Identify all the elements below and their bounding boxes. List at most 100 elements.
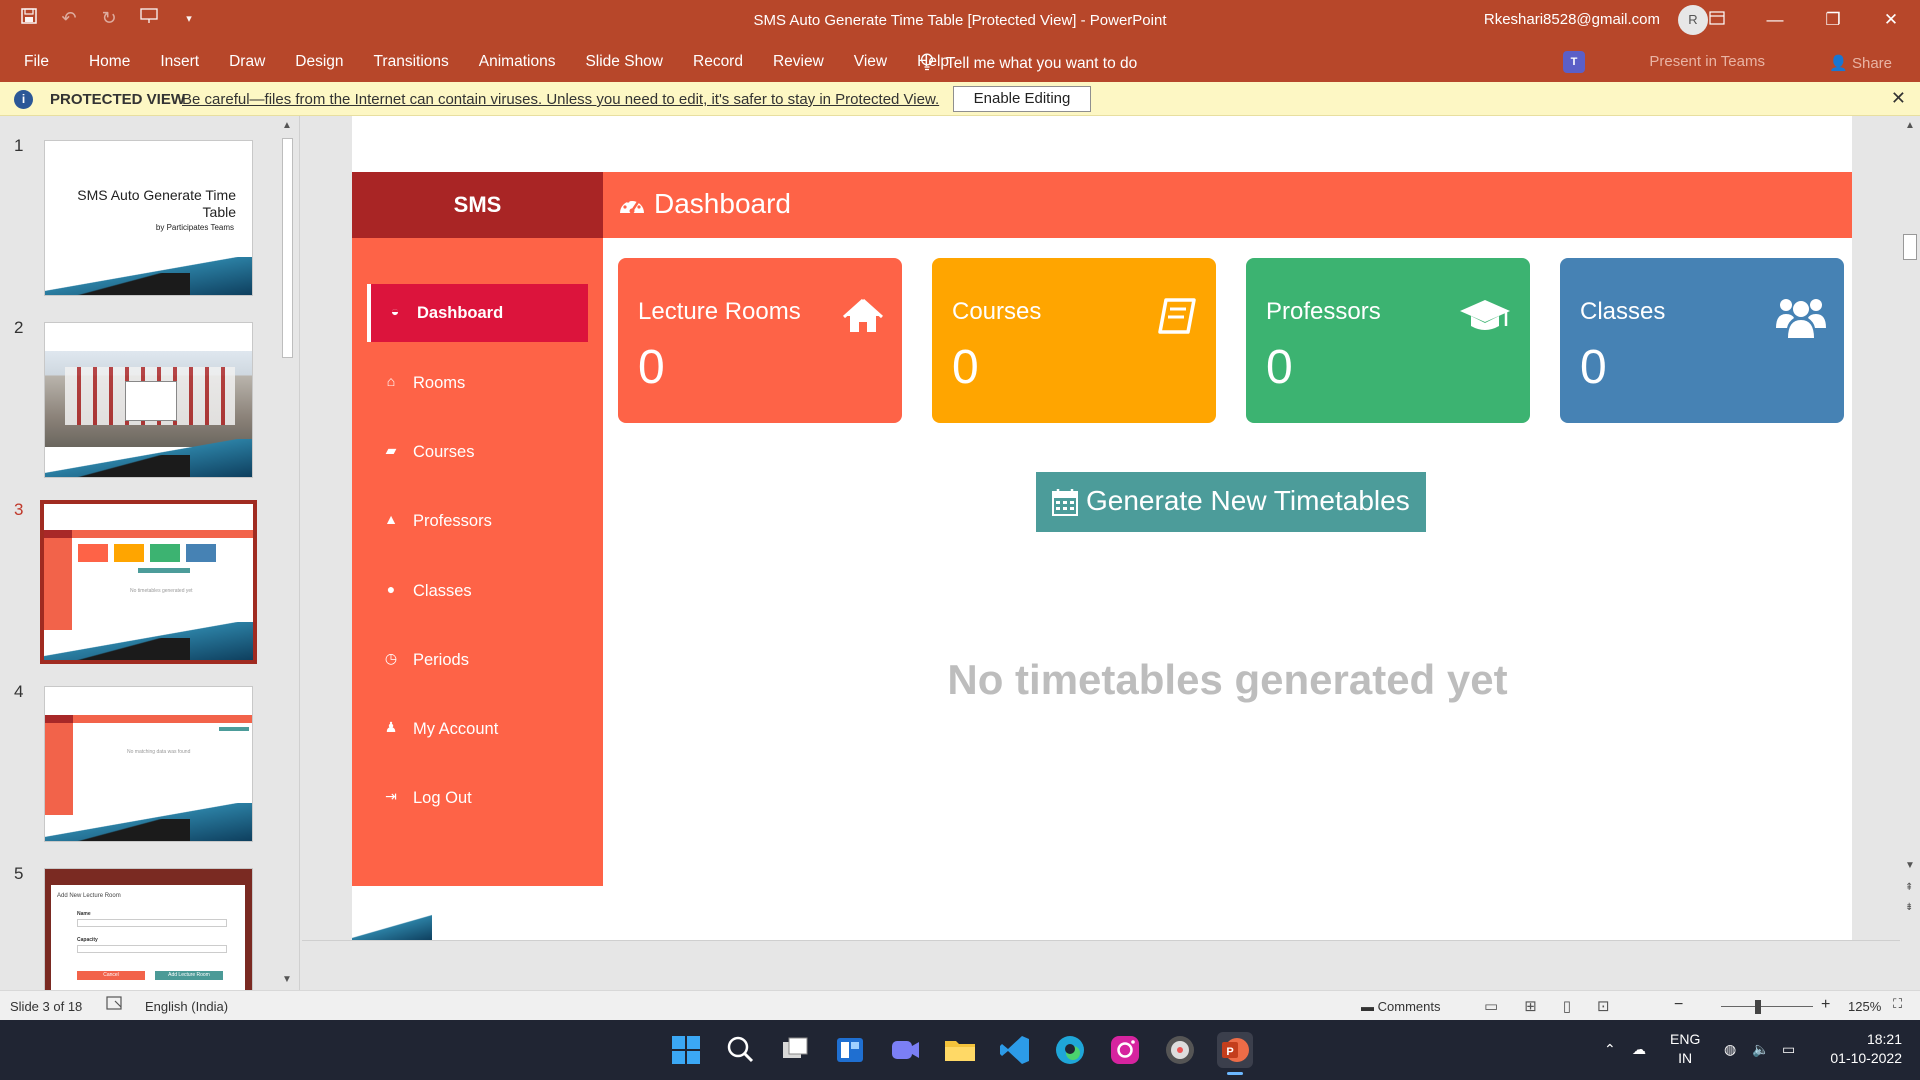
scroll-up-icon[interactable]: ▲ <box>282 120 292 131</box>
instagram-icon[interactable] <box>1107 1032 1143 1068</box>
file-explorer-icon[interactable] <box>942 1032 978 1068</box>
classes-card[interactable]: Classes 0 <box>1560 258 1844 423</box>
sidebar-item-dashboard[interactable]: ◒ Dashboard <box>367 284 588 342</box>
comments-label: Comments <box>1377 999 1441 1014</box>
slide-canvas[interactable]: SMS Dashboard ◒ Dashboard ⌂ Rooms ▰ Cour… <box>352 116 1852 940</box>
slide-thumbnail-2[interactable] <box>44 322 253 478</box>
tab-slide-show[interactable]: Slide Show <box>585 53 663 71</box>
thumbnail-number: 2 <box>14 318 24 337</box>
swoosh-decoration <box>352 912 432 940</box>
generate-timetables-button[interactable]: Generate New Timetables <box>1036 472 1426 532</box>
tab-review[interactable]: Review <box>773 53 824 71</box>
zoom-level[interactable]: 125% <box>1848 999 1881 1014</box>
slide-thumbnail-3[interactable]: No timetables generated yet <box>40 500 257 664</box>
tab-record[interactable]: Record <box>693 53 743 71</box>
sidebar-item-rooms[interactable]: ⌂ Rooms <box>367 354 588 412</box>
enable-editing-button[interactable]: Enable Editing <box>953 86 1091 112</box>
comment-icon: ▬ <box>1361 999 1374 1014</box>
language-status[interactable]: English (India) <box>145 999 228 1014</box>
protected-view-message[interactable]: Be careful—files from the Internet can c… <box>182 91 939 108</box>
sidebar-item-periods[interactable]: ◷ Periods <box>367 631 588 689</box>
share-button[interactable]: 👤 Share <box>1829 54 1892 72</box>
account-name[interactable]: Rkeshari8528@gmail.com <box>1484 11 1660 28</box>
show-hidden-icons-icon[interactable]: ⌃ <box>1604 1040 1616 1059</box>
sidebar-item-classes[interactable]: ● Classes <box>367 562 588 620</box>
mini-add-button: Add Lecture Room <box>155 971 223 980</box>
tab-animations[interactable]: Animations <box>479 53 556 71</box>
swoosh-decoration <box>45 819 190 841</box>
mini-sidebar <box>44 530 72 630</box>
slide-show-view-icon[interactable]: ⊡ <box>1597 997 1610 1015</box>
tab-draw[interactable]: Draw <box>229 53 265 71</box>
tab-design[interactable]: Design <box>295 53 343 71</box>
scroll-down-icon[interactable]: ▼ <box>282 974 292 985</box>
fit-to-window-icon[interactable]: ⛶ <box>1893 996 1902 1012</box>
accessibility-icon[interactable] <box>106 996 124 1015</box>
scrollbar-thumb[interactable] <box>1903 234 1917 260</box>
ribbon-display-options-icon[interactable] <box>1688 0 1746 42</box>
tell-me-search[interactable]: Tell me what you want to do <box>920 53 1137 73</box>
sidebar-item-label: My Account <box>413 720 499 738</box>
vscode-icon[interactable] <box>997 1032 1033 1068</box>
media-player-icon[interactable] <box>1162 1032 1198 1068</box>
sidebar-item-my-account[interactable]: ♟ My Account <box>367 700 588 758</box>
courses-card[interactable]: Courses 0 <box>932 258 1216 423</box>
scroll-up-icon[interactable]: ▲ <box>1905 120 1915 131</box>
tab-transitions[interactable]: Transitions <box>374 53 449 71</box>
lecture-rooms-card[interactable]: Lecture Rooms 0 <box>618 258 902 423</box>
next-slide-icon[interactable]: ⇟ <box>1905 902 1913 913</box>
clock-icon: ◷ <box>384 650 398 666</box>
restore-icon[interactable]: ❐ <box>1804 0 1862 42</box>
zoom-slider[interactable] <box>1721 1006 1813 1007</box>
slide-thumbnail-1[interactable]: SMS Auto Generate Time Table by Particip… <box>44 140 253 296</box>
tab-insert[interactable]: Insert <box>160 53 199 71</box>
slide-scrollbar[interactable]: ▲ ▼ ⇞ ⇟ <box>1900 116 1920 940</box>
sidebar-item-log-out[interactable]: ⇥ Log Out <box>367 769 588 827</box>
mini-empty-text: No timetables generated yet <box>130 588 193 594</box>
slide-thumbnail-5[interactable]: Add New Lecture Room Name Capacity Cance… <box>44 868 253 990</box>
tab-home[interactable]: Home <box>89 53 130 71</box>
notes-area[interactable] <box>302 940 1900 990</box>
card-title: Courses <box>952 298 1042 325</box>
language-indicator[interactable]: ENG IN <box>1670 1030 1700 1068</box>
powerpoint-icon[interactable]: P <box>1217 1032 1253 1068</box>
close-message-bar-icon[interactable]: ✕ <box>1891 88 1906 109</box>
clock[interactable]: 18:21 01-10-2022 <box>1822 1030 1902 1068</box>
protected-view-bar: i PROTECTED VIEW Be careful—files from t… <box>0 82 1920 116</box>
zoom-slider-thumb[interactable] <box>1755 1000 1761 1014</box>
battery-icon[interactable]: ▭ <box>1782 1040 1795 1059</box>
normal-view-icon[interactable]: ▭ <box>1484 997 1498 1015</box>
card-value: 0 <box>1580 341 1607 394</box>
minimize-icon[interactable]: — <box>1746 0 1804 42</box>
volume-icon[interactable]: 🔈 <box>1752 1040 1769 1059</box>
search-icon[interactable] <box>722 1032 758 1068</box>
onedrive-icon[interactable]: ☁ <box>1632 1040 1646 1059</box>
tab-file[interactable]: File <box>24 53 49 71</box>
windows-start-icon[interactable] <box>668 1032 704 1068</box>
slide-thumbnail-4[interactable]: No matching data was found <box>44 686 253 842</box>
protected-view-title: PROTECTED VIEW <box>50 91 186 108</box>
zoom-out-icon[interactable]: − <box>1674 996 1683 1014</box>
tab-view[interactable]: View <box>854 53 887 71</box>
sidebar-item-courses[interactable]: ▰ Courses <box>367 423 588 481</box>
present-in-teams-button[interactable]: Present in Teams <box>1649 53 1765 70</box>
professors-card[interactable]: Professors 0 <box>1246 258 1530 423</box>
thumbnail-scrollbar[interactable]: ▲ ▼ <box>279 116 296 990</box>
mini-empty-text: No matching data was found <box>127 749 191 755</box>
comments-button[interactable]: ▬ Comments <box>1361 999 1440 1014</box>
sidebar-item-professors[interactable]: ▲ Professors <box>367 492 588 550</box>
close-icon[interactable]: ✕ <box>1862 0 1920 42</box>
task-view-icon[interactable] <box>777 1032 813 1068</box>
scroll-down-icon[interactable]: ▼ <box>1905 860 1915 871</box>
teams-chat-icon[interactable] <box>887 1032 923 1068</box>
reading-view-icon[interactable]: ▯ <box>1563 997 1571 1015</box>
widgets-icon[interactable] <box>832 1032 868 1068</box>
edge-browser-icon[interactable] <box>1052 1032 1088 1068</box>
book-icon <box>1156 296 1198 336</box>
network-icon[interactable]: ◍ <box>1724 1040 1736 1059</box>
scrollbar-thumb[interactable] <box>282 138 293 358</box>
previous-slide-icon[interactable]: ⇞ <box>1905 882 1913 893</box>
card-title: Lecture Rooms <box>638 298 801 325</box>
slide-sorter-view-icon[interactable]: ⊞ <box>1524 997 1537 1015</box>
zoom-in-icon[interactable]: + <box>1821 996 1830 1014</box>
